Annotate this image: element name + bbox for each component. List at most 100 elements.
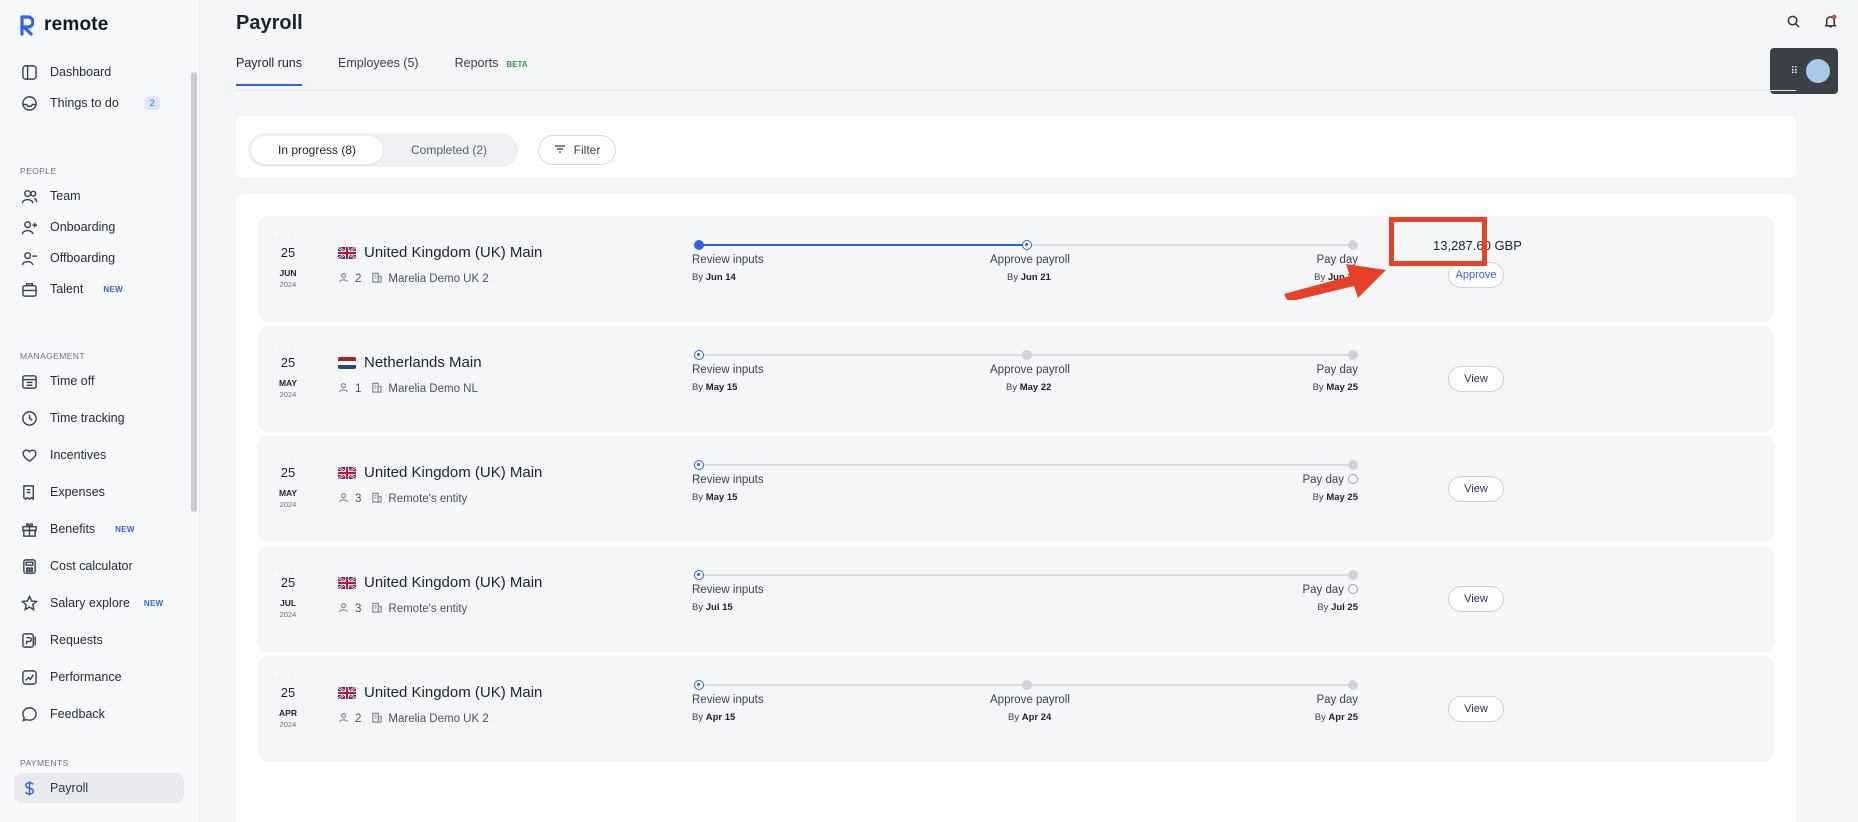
step-deadline-date: May 15	[705, 382, 738, 393]
sidebar-item-time-off[interactable]: Time off	[14, 366, 184, 396]
step-deadline-prefix: By	[1317, 602, 1329, 613]
tab-employees[interactable]: Employees (5)	[338, 56, 419, 84]
uk-flag-icon	[338, 466, 356, 479]
sidebar-item-performance[interactable]: Performance	[14, 662, 184, 692]
uk-flag-icon	[338, 576, 356, 589]
floating-widget[interactable]: ⠿	[1770, 48, 1838, 94]
sidebar-item-salary-explorer[interactable]: Salary explore NEW	[14, 588, 184, 618]
run-day: 25	[280, 245, 296, 260]
filter-button[interactable]: Filter	[538, 135, 616, 165]
sidebar-item-expenses[interactable]: Expenses	[14, 477, 184, 507]
run-meta: 2 Marelia Demo UK 2	[338, 712, 489, 726]
logo[interactable]: remote	[20, 14, 109, 36]
segment-in-progress[interactable]: In progress (8)	[251, 136, 383, 164]
sidebar-item-requests[interactable]: Requests	[14, 625, 184, 655]
sidebar-item-feedback[interactable]: Feedback	[14, 699, 184, 729]
employee-count: 3	[355, 603, 362, 615]
step-deadline: By May 22	[1006, 382, 1051, 393]
step-deadline-prefix: By	[1312, 492, 1324, 503]
view-button[interactable]: View	[1448, 586, 1504, 612]
step-label: Pay day	[1316, 364, 1358, 376]
step-dot-review	[694, 350, 704, 360]
section-title-payments: PAYMENTS	[20, 758, 69, 768]
new-badge: NEW	[103, 284, 123, 294]
briefcase-icon	[20, 280, 38, 298]
sidebar-item-time-tracking[interactable]: Time tracking	[14, 403, 184, 433]
building-icon	[371, 602, 383, 616]
remote-logo-icon	[20, 14, 34, 36]
step-label: Pay day	[1316, 694, 1358, 706]
sidebar-item-label: Dashboard	[50, 65, 112, 79]
building-icon	[371, 492, 383, 506]
run-name: United Kingdom (UK) Main	[364, 464, 543, 481]
step-deadline-date: May 25	[1326, 492, 1358, 503]
step-dot-approve	[1022, 240, 1032, 250]
sidebar-item-cost-calculator[interactable]: Cost calculator	[14, 551, 184, 581]
todo-count-badge: 2	[144, 96, 160, 110]
request-icon	[20, 631, 38, 649]
payroll-run-card[interactable]: · · 25 MAY 2024 United Kingdom (UK) Main…	[258, 436, 1774, 542]
sidebar-item-payroll[interactable]: Payroll	[14, 773, 184, 803]
drag-handle-icon[interactable]: ⠿	[1791, 66, 1798, 77]
sidebar-scrollbar[interactable]	[191, 72, 197, 512]
sidebar-item-onboarding[interactable]: Onboarding	[14, 212, 184, 242]
run-date: · · 25 MAY 2024	[276, 456, 300, 509]
run-name: Netherlands Main	[364, 354, 482, 371]
step-deadline-date: Jun 21	[1020, 272, 1051, 283]
status-segmented-control: In progress (8) Completed (2)	[248, 133, 518, 167]
gift-icon	[20, 520, 38, 538]
run-entity: United Kingdom (UK) Main	[338, 684, 542, 701]
segment-completed[interactable]: Completed (2)	[383, 136, 515, 164]
sidebar-item-things-to-do[interactable]: Things to do 2	[14, 88, 184, 118]
payroll-run-card[interactable]: · · 25 MAY 2024 Netherlands Main 1 Marel…	[258, 326, 1774, 432]
calendar-pins-icon: · ·	[278, 676, 298, 683]
section-title-management: MANAGEMENT	[20, 351, 85, 361]
payroll-run-card[interactable]: · · 25 JUN 2024 United Kingdom (UK) Main…	[258, 216, 1774, 322]
sidebar-item-dashboard[interactable]: Dashboard	[14, 57, 184, 87]
step-dot-payday	[1348, 460, 1358, 470]
annotation-arrow-icon	[1280, 250, 1390, 305]
avatar[interactable]	[1806, 59, 1830, 83]
sidebar: remote Dashboard Things to do 2 PEOPLE T…	[0, 0, 200, 822]
tab-payroll-runs[interactable]: Payroll runs	[236, 56, 302, 86]
sidebar-item-benefits[interactable]: Benefits NEW	[14, 514, 184, 544]
view-button[interactable]: View	[1448, 476, 1504, 502]
sidebar-item-talent[interactable]: Talent NEW	[14, 274, 184, 304]
step-deadline-date: Apr 24	[1021, 712, 1052, 723]
speech-bubble-icon	[20, 705, 38, 723]
sidebar-item-label: Expenses	[50, 485, 105, 499]
step-dot-payday	[1348, 350, 1358, 360]
tab-reports[interactable]: Reports BETA	[455, 56, 528, 84]
run-year: 2024	[279, 390, 297, 399]
view-button[interactable]: View	[1448, 366, 1504, 392]
view-button[interactable]: View	[1448, 696, 1504, 722]
step-deadline-prefix: By	[692, 712, 704, 723]
step-deadline-prefix: By	[1008, 712, 1020, 723]
section-title-people: PEOPLE	[20, 166, 57, 176]
person-icon	[338, 272, 349, 286]
search-icon[interactable]	[1786, 14, 1801, 34]
annotation-highlight-box	[1389, 217, 1487, 266]
sidebar-item-offboarding[interactable]: Offboarding	[14, 243, 184, 273]
sidebar-item-incentives[interactable]: Incentives	[14, 440, 184, 470]
run-date: · · 25 JUN 2024	[276, 236, 300, 289]
bell-icon[interactable]	[1823, 14, 1838, 34]
step-label: Pay day	[1302, 474, 1344, 486]
top-icons	[1786, 14, 1838, 34]
step-dot-payday	[1348, 240, 1358, 250]
run-name: United Kingdom (UK) Main	[364, 684, 543, 701]
payroll-run-card[interactable]: · · 25 JUL 2024 United Kingdom (UK) Main…	[258, 546, 1774, 652]
sidebar-item-label: Cost calculator	[50, 559, 133, 573]
step-deadline-date: Jul 15	[705, 602, 733, 613]
step-deadline-prefix: By	[692, 492, 704, 503]
step-label: Review inputs	[692, 254, 764, 266]
payroll-run-card[interactable]: · · 25 APR 2024 United Kingdom (UK) Main…	[258, 656, 1774, 762]
run-name: United Kingdom (UK) Main	[364, 574, 543, 591]
sidebar-item-label: Payroll	[50, 781, 89, 795]
sidebar-item-team[interactable]: Team	[14, 181, 184, 211]
payroll-runs-list: · · 25 JUN 2024 United Kingdom (UK) Main…	[236, 194, 1796, 822]
run-meta: 2 Marelia Demo UK 2	[338, 272, 489, 286]
user-plus-icon	[20, 218, 38, 236]
run-timeline: Review inputs By May 15 Approve payroll …	[692, 350, 1358, 410]
inbox-icon	[20, 94, 38, 112]
